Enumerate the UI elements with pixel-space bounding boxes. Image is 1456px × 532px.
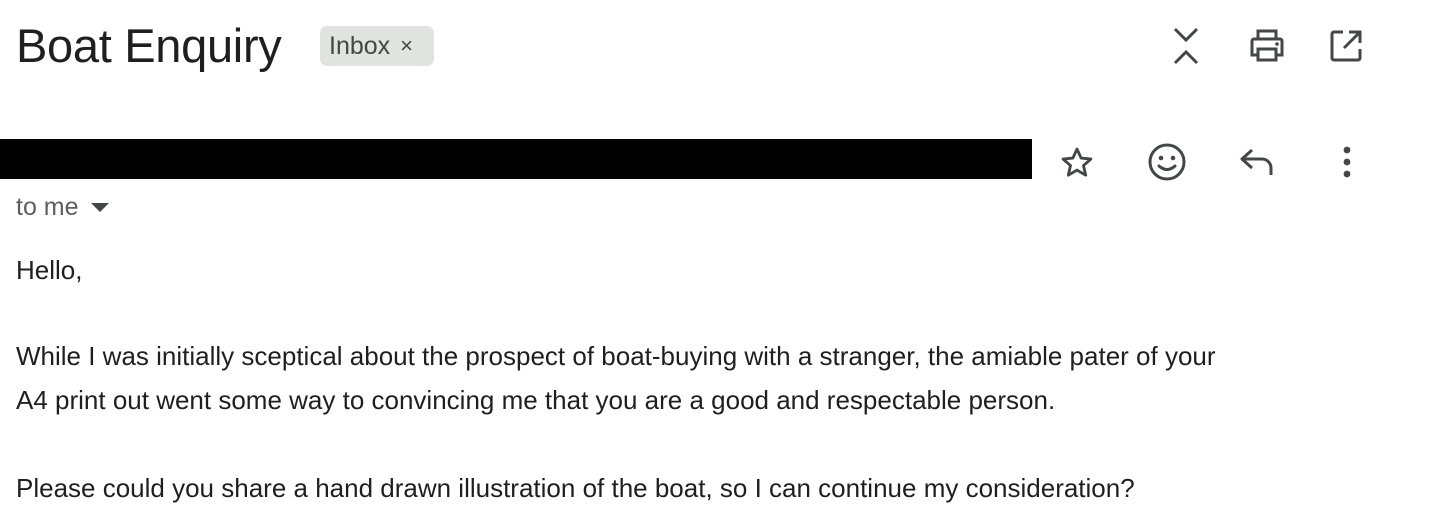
recipient-text: to me	[16, 193, 79, 221]
inbox-label-chip[interactable]: Inbox ×	[320, 26, 434, 66]
message-paragraph-1-line-1: While I was initially sceptical about th…	[16, 341, 1216, 371]
redacted-sender-info	[0, 139, 1032, 179]
emoji-reaction-icon[interactable]	[1145, 140, 1189, 184]
email-view: Boat Enquiry Inbox × to me Hello, While …	[0, 0, 1456, 532]
reply-icon[interactable]	[1236, 144, 1278, 180]
open-in-new-window-icon[interactable]	[1326, 26, 1366, 66]
message-greeting: Hello,	[16, 255, 83, 285]
expand-collapse-icon[interactable]	[1166, 24, 1206, 68]
message-paragraph-2: Please could you share a hand drawn illu…	[16, 473, 1135, 503]
more-options-icon[interactable]	[1330, 142, 1364, 182]
email-subject: Boat Enquiry	[16, 19, 282, 72]
star-icon[interactable]	[1056, 142, 1098, 184]
print-icon[interactable]	[1246, 26, 1288, 66]
recipient-details-toggle[interactable]: to me	[16, 192, 109, 222]
remove-label-icon[interactable]: ×	[400, 35, 413, 57]
chevron-down-icon	[90, 202, 109, 212]
message-paragraph-1-line-2: A4 print out went some way to convincing…	[16, 385, 1056, 415]
label-chip-text: Inbox	[329, 31, 391, 60]
